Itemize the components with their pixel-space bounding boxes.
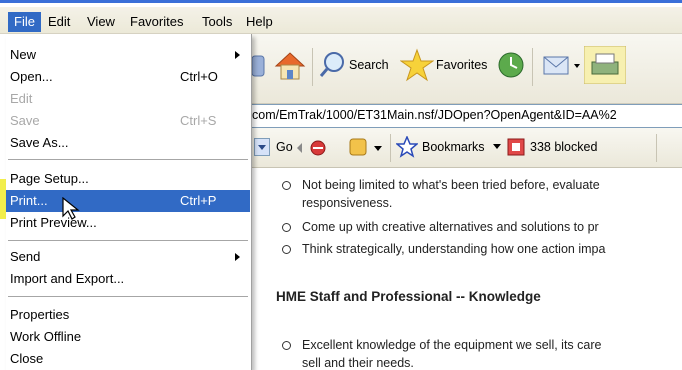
menu-item-properties[interactable]: Properties [6, 304, 250, 326]
toolbar-separator [390, 134, 391, 162]
bookmarks-button[interactable]: Bookmarks [422, 140, 485, 154]
menu-view[interactable]: View [81, 12, 121, 32]
menu-item-print[interactable]: Print... Ctrl+P [6, 190, 250, 212]
section-heading: HME Staff and Professional -- Knowledge [276, 289, 541, 304]
menu-file[interactable]: File [8, 12, 41, 32]
address-url[interactable]: com/EmTrak/1000/ET31Main.nsf/JDOpen?Open… [252, 108, 617, 122]
history-icon[interactable] [496, 50, 526, 80]
toolbar-separator [312, 48, 313, 86]
menu-separator [8, 159, 248, 160]
go-button[interactable]: Go [276, 140, 293, 154]
blocked-count[interactable]: 338 blocked [530, 140, 597, 154]
mouse-cursor-icon [62, 197, 80, 220]
menu-item-close[interactable]: Close [6, 348, 250, 370]
menu-separator [8, 240, 248, 241]
page-content: Not being limited to what's been tried b… [252, 169, 682, 370]
menu-item-send[interactable]: Send [6, 246, 250, 268]
menu-item-new[interactable]: New [6, 44, 250, 66]
menu-item-import-export[interactable]: Import and Export... [6, 268, 250, 290]
bookmarks-dropdown-icon[interactable] [492, 142, 502, 152]
menu-item-work-offline[interactable]: Work Offline [6, 326, 250, 348]
menu-tools[interactable]: Tools [196, 12, 238, 32]
menu-item-save-as[interactable]: Save As... [6, 132, 250, 154]
bookmarks-star-icon[interactable] [396, 136, 418, 158]
menu-item-save: Save Ctrl+S [10, 113, 217, 128]
favorites-button-label[interactable]: Favorites [436, 58, 487, 72]
bullet-circle [282, 341, 291, 350]
bullet-circle [282, 181, 291, 190]
dropdown-button[interactable] [254, 138, 270, 156]
home-icon[interactable] [272, 48, 308, 82]
blocked-popups-icon[interactable] [506, 136, 528, 158]
bullet-circle [282, 223, 291, 232]
menu-item-edit: Edit [10, 91, 33, 106]
search-icon[interactable] [318, 50, 346, 80]
search-button-label[interactable]: Search [349, 58, 389, 72]
extension-icon[interactable] [348, 136, 386, 158]
favorites-star-icon[interactable] [400, 48, 434, 82]
menu-item-open[interactable]: Open... Ctrl+O [6, 66, 250, 88]
stop-icon[interactable] [252, 50, 270, 80]
mail-icon[interactable] [542, 50, 582, 80]
toolbar-separator [532, 48, 533, 86]
menu-item-print-preview[interactable]: Print Preview... [6, 212, 250, 234]
menu-edit[interactable]: Edit [42, 12, 76, 32]
chevron-down-icon [258, 145, 266, 150]
popup-blocker-icon[interactable] [296, 138, 340, 158]
toolbar-separator [656, 134, 657, 162]
file-menu-dropdown: New Open... Ctrl+O Edit Save Ctrl+S Save… [6, 34, 252, 370]
window-top-strip [0, 0, 682, 7]
standard-toolbar: Search Favorites [252, 34, 682, 104]
links-toolbar: Go Bookmarks 338 blocked [252, 128, 682, 168]
menu-help[interactable]: Help [240, 12, 279, 32]
address-bar[interactable]: com/EmTrak/1000/ET31Main.nsf/JDOpen?Open… [252, 104, 682, 128]
menu-separator [8, 296, 248, 297]
submenu-arrow-icon [235, 253, 240, 261]
title-bar-edge [0, 0, 682, 3]
menu-bar: File Edit View Favorites Tools Help [0, 0, 682, 34]
menu-favorites[interactable]: Favorites [124, 12, 189, 32]
print-icon[interactable] [584, 46, 626, 84]
submenu-arrow-icon [235, 51, 240, 59]
bullet-circle [282, 245, 291, 254]
menu-item-page-setup[interactable]: Page Setup... [6, 168, 250, 190]
